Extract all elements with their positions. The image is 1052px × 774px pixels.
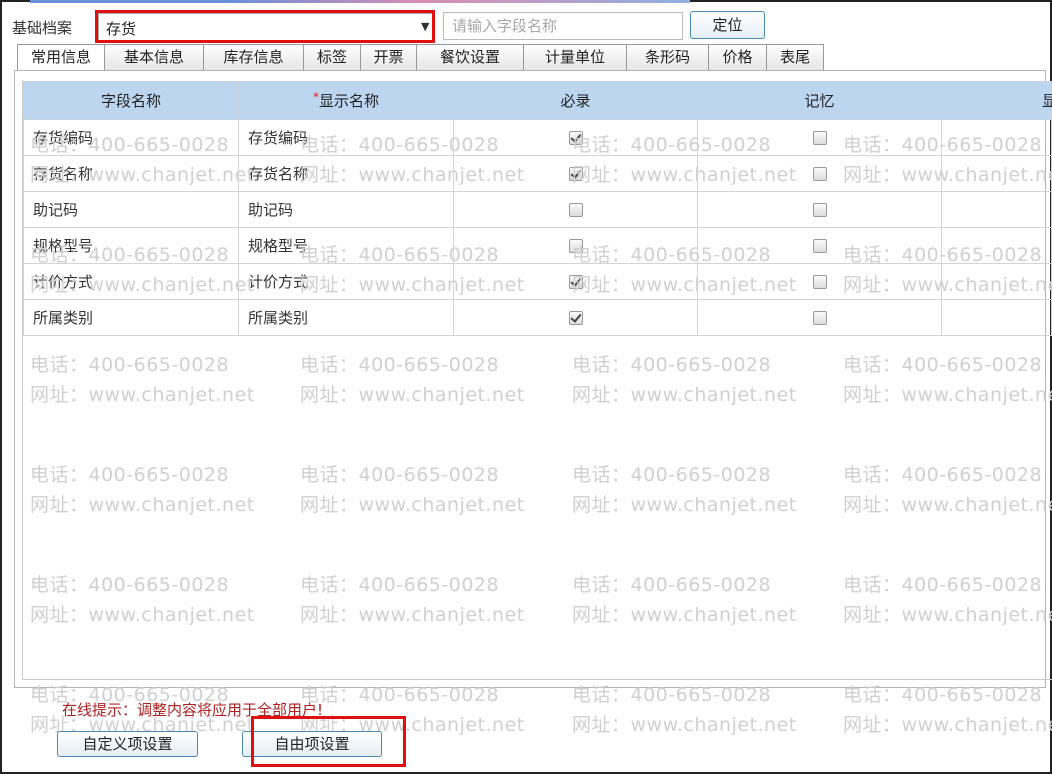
display-name-cell[interactable]: 助记码 [238, 191, 454, 228]
column-header-display-name-label: 显示名称 [318, 92, 379, 110]
field-search-input[interactable] [443, 12, 683, 40]
display-name-cell[interactable]: 计价方式 [238, 263, 454, 300]
required-cell [453, 299, 698, 336]
tab-invoice[interactable]: 开票 [360, 44, 417, 70]
highlight-box-archive [95, 10, 435, 43]
tab-inventory-info[interactable]: 库存信息 [203, 44, 304, 70]
table-header-row: 字段名称 *显示名称 必录 记忆 显 [23, 81, 1052, 120]
remember-checkbox[interactable] [812, 203, 827, 217]
required-checkbox[interactable] [568, 203, 583, 217]
tab-label[interactable]: 标签 [303, 44, 361, 70]
required-checkbox[interactable] [568, 275, 583, 289]
table-row: 助记码 助记码 [23, 191, 1052, 228]
field-name-cell: 所属类别 [23, 299, 239, 336]
required-checkbox[interactable] [568, 239, 583, 253]
table-row: 计价方式 计价方式 [23, 263, 1052, 300]
display-cell [941, 263, 1052, 300]
required-checkbox[interactable] [568, 131, 583, 145]
remember-checkbox[interactable] [812, 311, 827, 325]
tab-catering-settings[interactable]: 餐饮设置 [416, 44, 524, 70]
table-row: 所属类别 所属类别 [23, 299, 1052, 336]
required-checkbox[interactable] [568, 167, 583, 181]
remember-checkbox[interactable] [812, 275, 827, 289]
display-name-cell[interactable]: 规格型号 [238, 227, 454, 264]
tab-measurement-unit[interactable]: 计量单位 [523, 44, 627, 70]
column-header-field-name[interactable]: 字段名称 [23, 81, 239, 120]
display-name-cell[interactable]: 存货名称 [238, 155, 454, 192]
table-row: 存货编码 存货编码 [23, 119, 1052, 156]
highlight-box-free-item [251, 716, 406, 767]
field-name-cell: 存货名称 [23, 155, 239, 192]
table-row: 规格型号 规格型号 [23, 227, 1052, 264]
display-cell [941, 119, 1052, 156]
field-name-cell: 助记码 [23, 191, 239, 228]
required-cell [453, 191, 698, 228]
remember-cell [697, 263, 942, 300]
column-header-required[interactable]: 必录 [453, 81, 698, 120]
field-name-cell: 存货编码 [23, 119, 239, 156]
tab-price[interactable]: 价格 [708, 44, 767, 70]
custom-item-settings-button[interactable]: 自定义项设置 [57, 731, 198, 757]
locate-button[interactable]: 定位 [690, 11, 765, 39]
required-checkbox[interactable] [568, 311, 583, 325]
remember-checkbox[interactable] [812, 239, 827, 253]
remember-cell [697, 119, 942, 156]
display-name-cell[interactable]: 存货编码 [238, 119, 454, 156]
field-name-cell: 计价方式 [23, 263, 239, 300]
tab-barcode[interactable]: 条形码 [626, 44, 709, 70]
remember-cell [697, 191, 942, 228]
tab-common-info[interactable]: 常用信息 [17, 44, 105, 70]
table-row: 存货名称 存货名称 [23, 155, 1052, 192]
display-cell [941, 155, 1052, 192]
remember-cell [697, 227, 942, 264]
required-cell [453, 263, 698, 300]
column-header-display-name[interactable]: *显示名称 [238, 81, 454, 120]
required-cell [453, 227, 698, 264]
tab-footer[interactable]: 表尾 [766, 44, 824, 70]
remember-cell [697, 155, 942, 192]
display-name-cell[interactable]: 所属类别 [238, 299, 454, 336]
field-name-cell: 规格型号 [23, 227, 239, 264]
archive-label: 基础档案 [12, 19, 73, 37]
tab-basic-info[interactable]: 基本信息 [104, 44, 204, 70]
remember-checkbox[interactable] [812, 167, 827, 181]
tab-bar: 常用信息 基本信息 库存信息 标签 开票 餐饮设置 计量单位 条形码 价格 表尾 [17, 44, 824, 70]
required-cell [453, 119, 698, 156]
display-cell [941, 191, 1052, 228]
column-header-remember[interactable]: 记忆 [697, 81, 942, 120]
required-cell [453, 155, 698, 192]
field-settings-table: 字段名称 *显示名称 必录 记忆 显 存货编码 存货编码 存货名称 存货名称 助… [23, 81, 1052, 336]
column-header-display[interactable]: 显 [941, 81, 1052, 120]
remember-cell [697, 299, 942, 336]
display-cell [941, 299, 1052, 336]
remember-checkbox[interactable] [812, 131, 827, 145]
top-accent-line [30, 0, 690, 3]
display-cell [941, 227, 1052, 264]
